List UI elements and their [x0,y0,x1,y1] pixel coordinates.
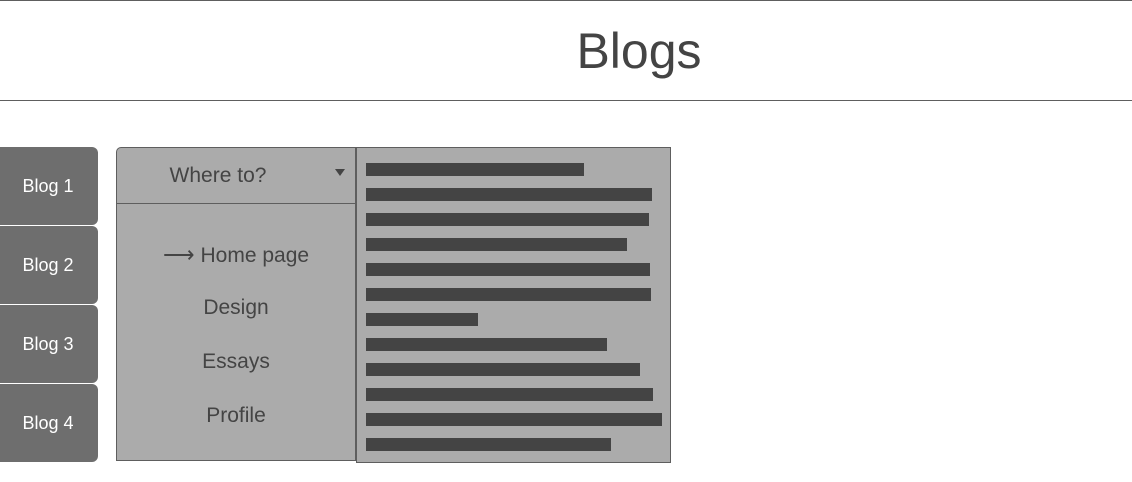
text-placeholder-line [366,413,662,426]
text-placeholder-line [366,288,651,301]
text-placeholder-line [366,213,649,226]
where-to-dropdown[interactable]: Where to? [117,148,355,204]
text-placeholder-line [366,238,627,251]
menu-item-profile[interactable]: Profile [117,404,355,428]
menu-item-label: Design [203,296,269,319]
tab-label: Blog 3 [22,333,74,354]
top-rule [0,0,1132,1]
text-placeholder-line [366,263,650,276]
tab-blog-2[interactable]: Blog 2 [0,226,98,304]
caret-down-icon [335,169,345,176]
page-title: Blogs [576,23,702,79]
text-placeholder-line [366,163,584,176]
text-placeholder-line [366,313,478,326]
menu-item-label: Home page [200,244,310,267]
tab-blog-4[interactable]: Blog 4 [0,384,98,462]
dropdown-label: Where to? [169,163,267,187]
text-placeholder-line [366,363,640,376]
tab-label: Blog 4 [22,412,74,433]
text-placeholder-line [366,188,652,201]
menu-item-label: Essays [202,350,270,373]
tab-label: Blog 2 [22,254,74,275]
text-placeholder-line [366,338,607,351]
header-rule [0,100,1132,101]
tab-blog-1[interactable]: Blog 1 [0,147,98,225]
menu-item-home-page[interactable]: ⟶ Home page [117,242,355,268]
arrow-right-icon: ⟶ [162,242,195,267]
tab-label: Blog 1 [22,175,74,196]
content-panel [356,147,671,463]
menu-item-essays[interactable]: Essays [117,350,355,374]
menu-item-label: Profile [206,404,266,427]
tab-blog-3[interactable]: Blog 3 [0,305,98,383]
menu-item-design[interactable]: Design [117,296,355,320]
navigation-menu: Where to? ⟶ Home page Design Essays Profi… [116,147,356,461]
text-placeholder-line [366,388,653,401]
text-placeholder-line [366,438,611,451]
